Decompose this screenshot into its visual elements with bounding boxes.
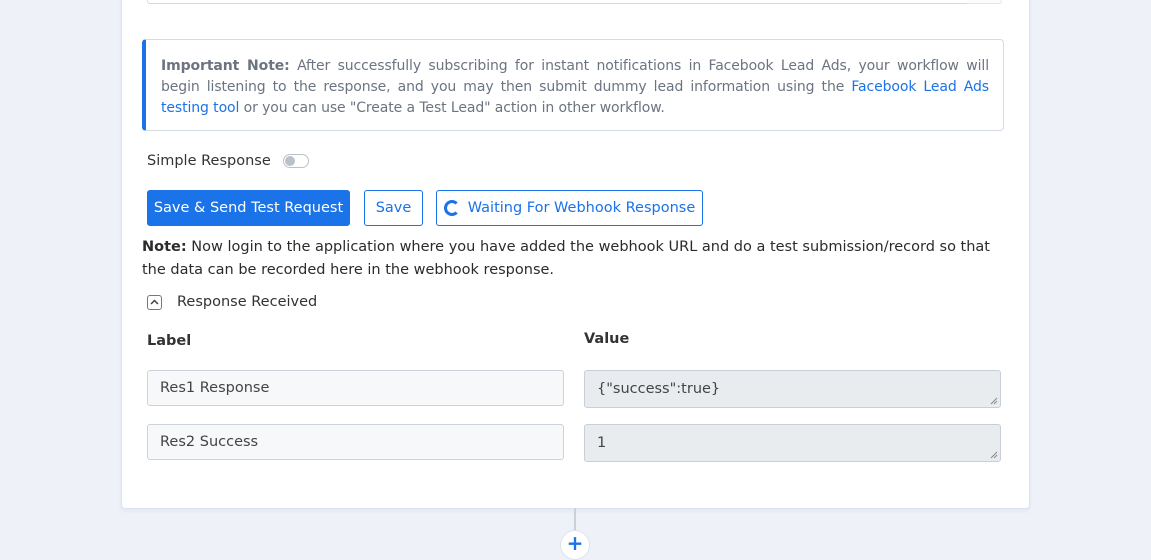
resize-grip-icon[interactable] (990, 451, 998, 459)
label-input-res2[interactable]: Res2 Success (147, 424, 564, 460)
waiting-label: Waiting For Webhook Response (467, 200, 696, 216)
label-input-res1[interactable]: Res1 Response (147, 370, 564, 406)
important-note-box: Important Note: After successfully subsc… (142, 39, 1004, 131)
note-label: Note: (142, 239, 187, 255)
value-text: {"success":true} (597, 381, 721, 397)
response-received-label: Response Received (177, 294, 318, 310)
important-note-text-end: or you can use "Create a Test Lead" acti… (239, 100, 665, 116)
save-send-test-request-button[interactable]: Save & Send Test Request (147, 190, 350, 226)
value-textarea-res2[interactable]: 1 (584, 424, 1001, 462)
copy-url-addon[interactable] (967, 0, 1002, 4)
save-button[interactable]: Save (364, 190, 423, 226)
simple-response-row: Simple Response (147, 150, 309, 172)
simple-response-label: Simple Response (147, 153, 271, 169)
value-column-header: Value (584, 331, 630, 347)
chevron-up-icon[interactable] (147, 294, 162, 310)
toggle-knob (284, 156, 295, 166)
label-column-header: Label (147, 333, 192, 349)
important-note-label: Important Note: (161, 58, 290, 74)
spinner-icon (443, 200, 460, 216)
value-textarea-res1[interactable]: {"success":true} (584, 370, 1001, 408)
add-step-button[interactable]: + (560, 530, 590, 560)
response-received-toggle[interactable]: Response Received (147, 292, 317, 312)
resize-grip-icon[interactable] (990, 397, 998, 405)
note-text: Note: Now login to the application where… (142, 236, 1012, 282)
value-text: 1 (597, 435, 607, 451)
webhook-url-input[interactable] (147, 0, 969, 4)
waiting-webhook-response-button[interactable]: Waiting For Webhook Response (436, 190, 703, 226)
simple-response-toggle[interactable] (282, 154, 309, 168)
note-body: Now login to the application where you h… (142, 239, 990, 278)
